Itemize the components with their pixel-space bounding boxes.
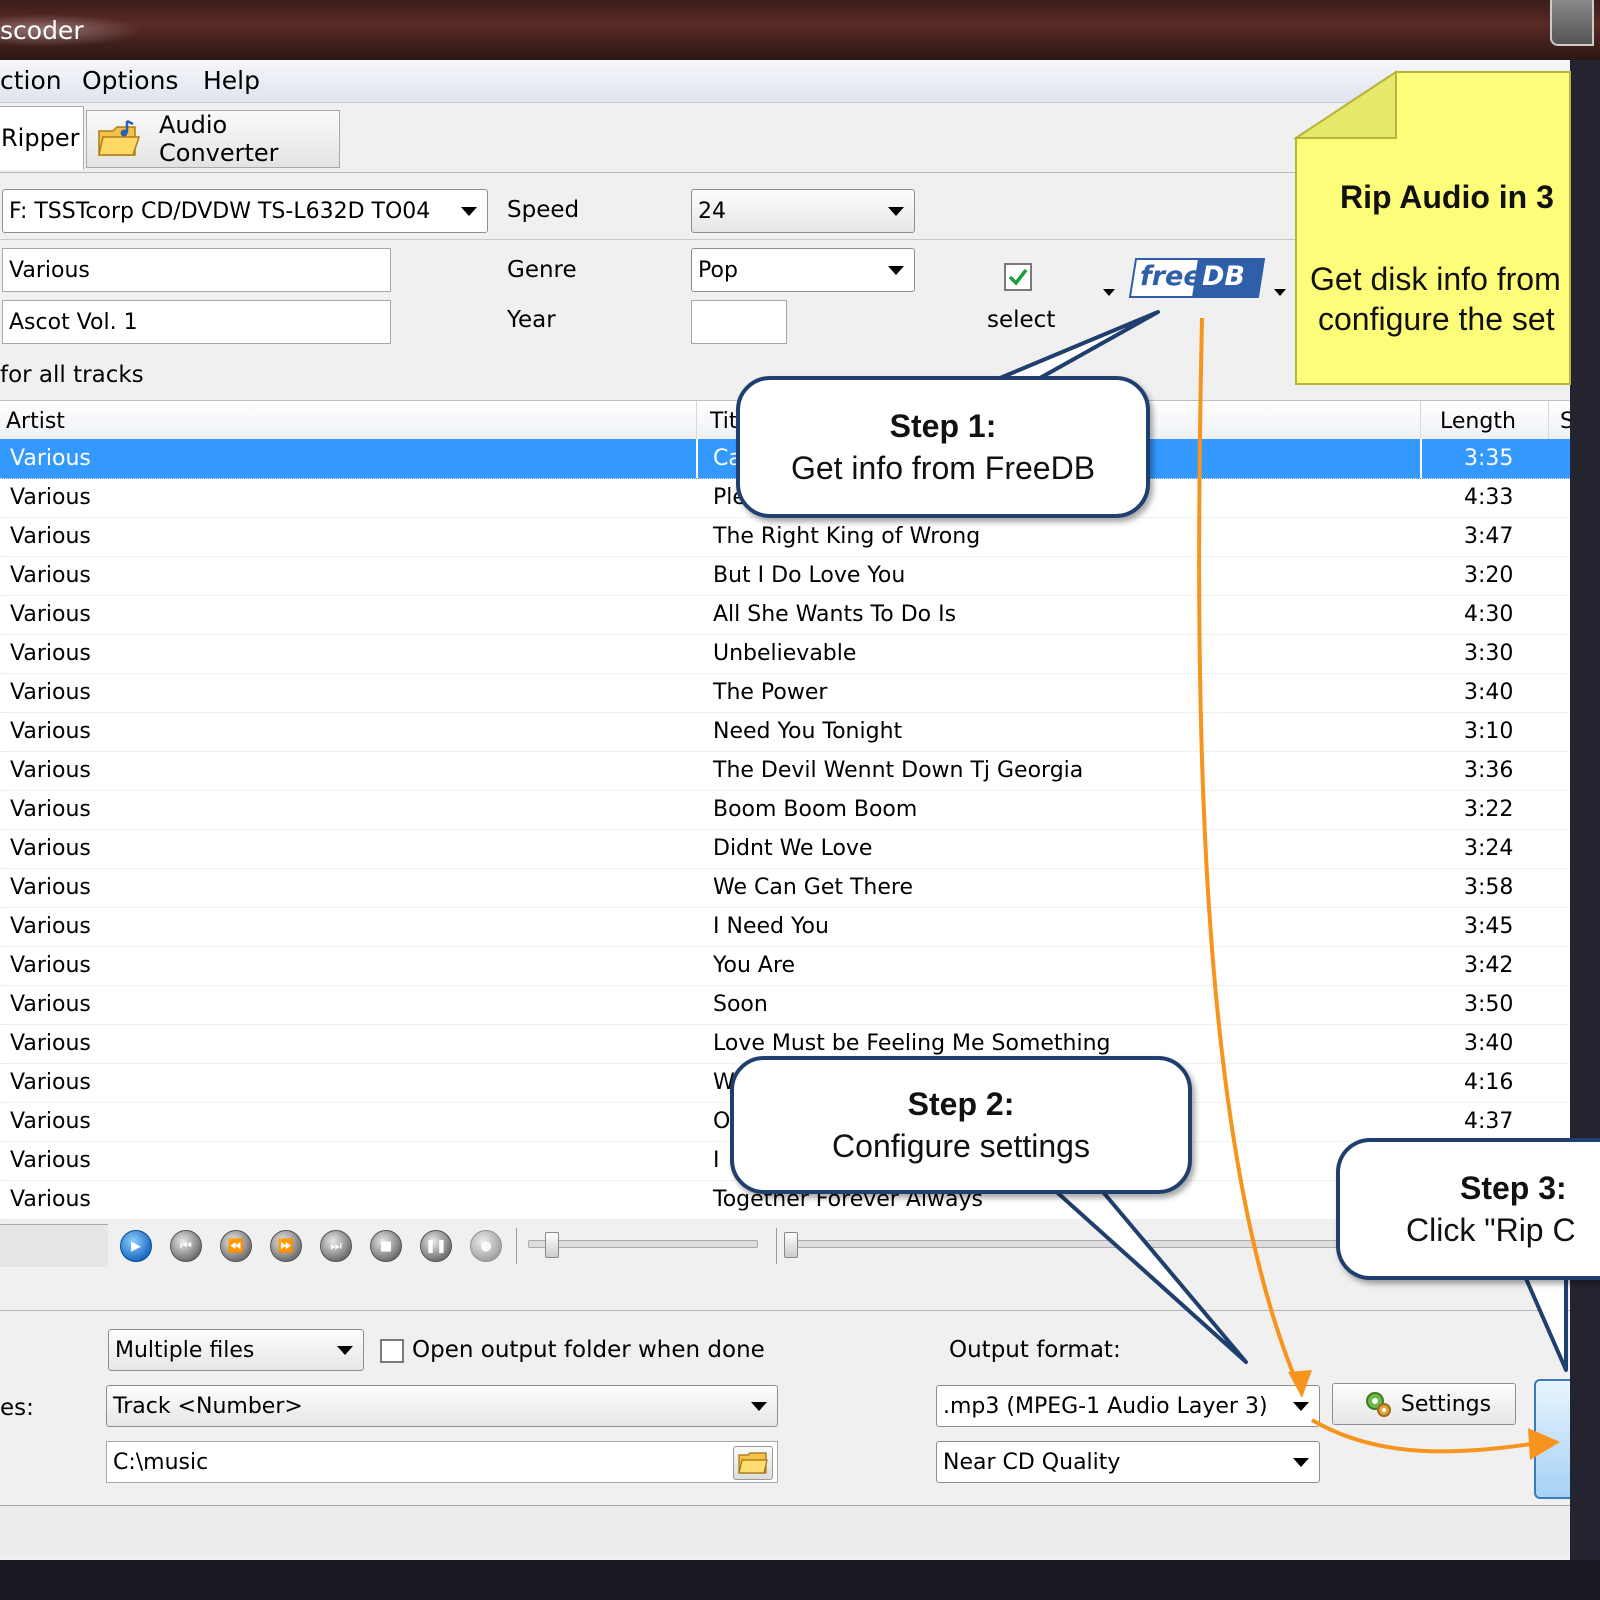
sticky-note: Rip Audio in 3 Get disk info from config… [1292, 70, 1571, 385]
arrowhead-icon [1288, 1370, 1312, 1398]
arrowhead-icon [1528, 1428, 1560, 1460]
callout-step3: Step 3: Click "Rip C [1336, 1138, 1600, 1280]
callout-step2-text: Configure settings [832, 1128, 1090, 1164]
arrow-format-to-rip [1310, 1418, 1546, 1454]
callout-step2-title: Step 2: [907, 1086, 1015, 1122]
callout-step3-text: Click "Rip C [1406, 1212, 1576, 1248]
callout-step3-title: Step 3: [1460, 1170, 1567, 1206]
sticky-note-line1: Get disk info from [1310, 261, 1561, 297]
callout-step2: Step 2: Configure settings [730, 1056, 1192, 1194]
callout-step1-text: Get info from FreeDB [790, 450, 1096, 486]
callout-step1-title: Step 1: [889, 408, 997, 444]
sticky-note-title: Rip Audio in 3 [1340, 179, 1554, 215]
callout-step1: Step 1: Get info from FreeDB [736, 376, 1150, 518]
callout-step3-tail [1522, 1272, 1568, 1372]
callout-step1-tail [998, 310, 1160, 380]
arrow-freedb-to-format [1197, 317, 1302, 1391]
sticky-note-line2: configure the set [1318, 301, 1555, 337]
callout-step2-tail [1048, 1184, 1248, 1364]
